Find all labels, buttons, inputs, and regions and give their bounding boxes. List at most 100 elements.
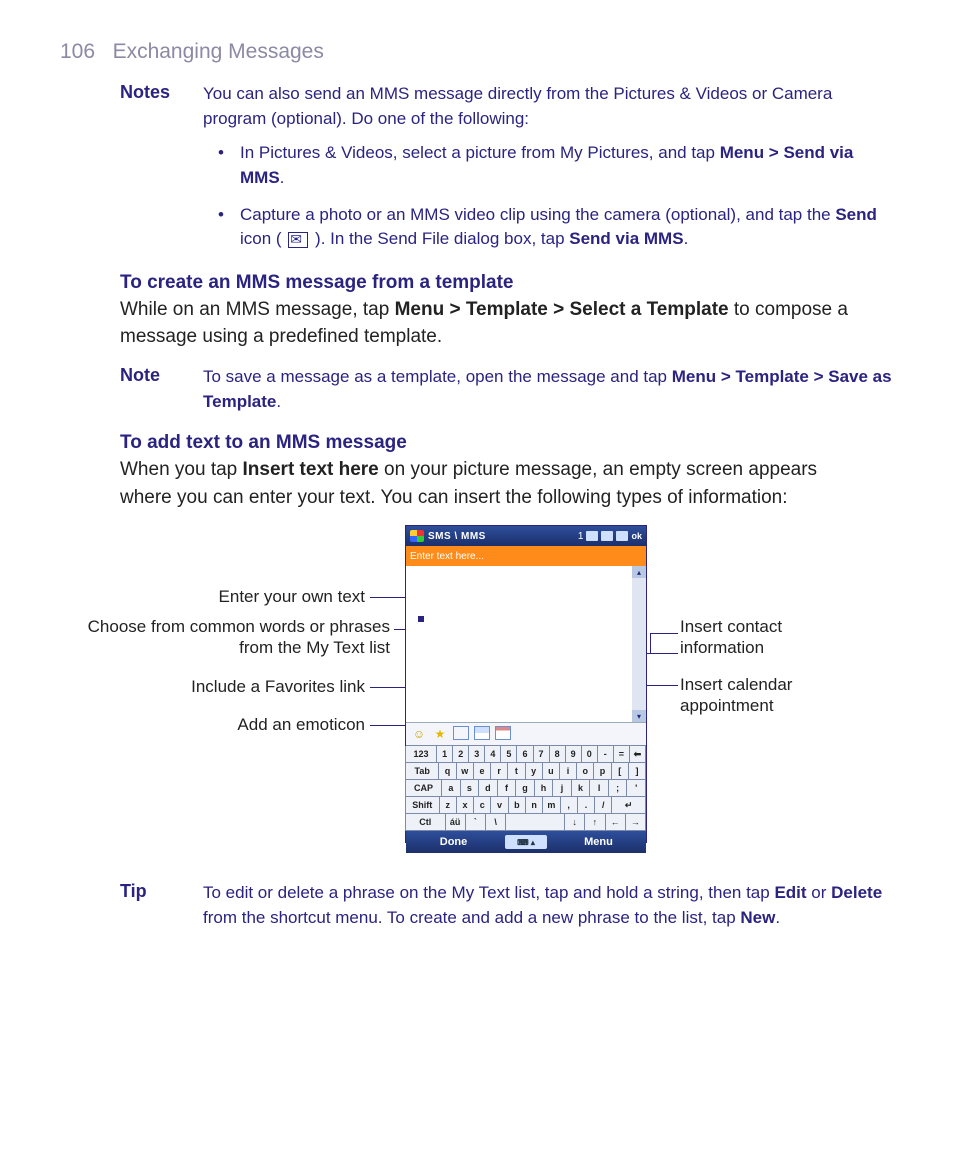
key[interactable]: n — [525, 797, 543, 814]
menu-button[interactable]: Menu — [551, 836, 646, 848]
callout-favorites: Include a Favorites link — [60, 677, 365, 697]
key[interactable]: Ctl — [405, 814, 446, 831]
key[interactable]: q — [438, 763, 456, 780]
msg-count: 1 — [578, 531, 584, 542]
key[interactable]: x — [456, 797, 474, 814]
key[interactable]: ⬅ — [629, 746, 646, 763]
callout-enter-text: Enter your own text — [60, 587, 365, 607]
key[interactable]: z — [439, 797, 457, 814]
key[interactable]: r — [490, 763, 508, 780]
key[interactable]: h — [534, 780, 554, 797]
scroll-up-icon[interactable]: ▴ — [632, 566, 646, 578]
key[interactable]: 9 — [565, 746, 582, 763]
key[interactable]: , — [560, 797, 578, 814]
key[interactable]: a — [441, 780, 461, 797]
key[interactable]: e — [473, 763, 491, 780]
key[interactable]: 3 — [468, 746, 485, 763]
key[interactable]: 4 — [484, 746, 501, 763]
key[interactable]: c — [473, 797, 491, 814]
page-number: 106 — [60, 40, 95, 63]
mytext-icon[interactable] — [453, 726, 469, 740]
notes-block-1: Notes You can also send an MMS message d… — [120, 82, 894, 131]
key[interactable]: w — [456, 763, 474, 780]
insert-iconbar: ☺ ★ — [406, 722, 646, 745]
scroll-down-icon[interactable]: ▾ — [632, 710, 646, 722]
signal-icon — [586, 531, 598, 541]
key[interactable]: p — [593, 763, 611, 780]
key[interactable]: ] — [628, 763, 646, 780]
key[interactable]: Tab — [405, 763, 439, 780]
key[interactable]: Shift — [405, 797, 440, 814]
key[interactable]: d — [478, 780, 498, 797]
key[interactable]: l — [589, 780, 609, 797]
contact-icon[interactable] — [474, 726, 490, 740]
tip-body: To edit or delete a phrase on the My Tex… — [203, 881, 894, 930]
enter-text-field[interactable]: Enter text here... — [406, 546, 646, 566]
key[interactable]: k — [571, 780, 591, 797]
antenna-icon — [601, 531, 613, 541]
key[interactable]: 5 — [500, 746, 517, 763]
key[interactable]: s — [460, 780, 480, 797]
key[interactable]: ' — [626, 780, 646, 797]
key[interactable]: b — [508, 797, 526, 814]
key[interactable]: 7 — [533, 746, 550, 763]
key[interactable]: g — [515, 780, 535, 797]
key[interactable]: ↑ — [584, 814, 605, 831]
tip-block: Tip To edit or delete a phrase on the My… — [120, 881, 894, 930]
notes-label: Notes — [120, 82, 175, 131]
bullet-list-1: • In Pictures & Videos, select a picture… — [218, 141, 894, 252]
chapter-title: Exchanging Messages — [113, 40, 324, 63]
notes-body: You can also send an MMS message directl… — [203, 82, 894, 131]
bullet-item: • Capture a photo or an MMS video clip u… — [218, 203, 894, 252]
key[interactable]: ← — [605, 814, 626, 831]
key[interactable]: j — [552, 780, 572, 797]
key[interactable]: ` — [465, 814, 486, 831]
key[interactable]: áü — [445, 814, 466, 831]
key[interactable] — [505, 814, 565, 831]
bullet-text: Capture a photo or an MMS video clip usi… — [240, 205, 835, 224]
key[interactable]: t — [507, 763, 525, 780]
key[interactable]: = — [613, 746, 630, 763]
section-heading-addtext: To add text to an MMS message — [120, 432, 894, 454]
done-button[interactable]: Done — [406, 836, 501, 848]
favorites-icon[interactable]: ★ — [432, 726, 448, 742]
note-label: Note — [120, 365, 175, 414]
annotated-figure: Enter your own text Choose from common w… — [60, 525, 900, 855]
key[interactable]: ↵ — [611, 797, 646, 814]
key[interactable]: 123 — [405, 746, 437, 763]
key[interactable]: → — [625, 814, 646, 831]
keyboard-toggle-icon[interactable]: ⌨ ▴ — [505, 835, 547, 849]
key[interactable]: - — [597, 746, 614, 763]
calendar-icon[interactable] — [495, 726, 511, 740]
key[interactable]: ; — [608, 780, 628, 797]
text-area[interactable]: ▴ ▾ — [406, 566, 646, 722]
start-icon[interactable] — [410, 530, 424, 542]
emoticon-icon[interactable]: ☺ — [411, 726, 427, 742]
key[interactable]: o — [576, 763, 594, 780]
bullet-text: In Pictures & Videos, select a picture f… — [240, 143, 720, 162]
bullet-text: ). In the Send File dialog box, tap — [315, 229, 569, 248]
key[interactable]: [ — [611, 763, 629, 780]
key[interactable]: f — [497, 780, 517, 797]
ok-button[interactable]: ok — [631, 531, 642, 541]
key[interactable]: \ — [485, 814, 506, 831]
app-title: SMS \ MMS — [428, 531, 574, 542]
key[interactable]: y — [525, 763, 543, 780]
key[interactable]: u — [542, 763, 560, 780]
key[interactable]: 8 — [549, 746, 566, 763]
key[interactable]: 1 — [436, 746, 453, 763]
key[interactable]: v — [490, 797, 508, 814]
onscreen-keyboard[interactable]: 1231234567890-=⬅ Tabqwertyuiop[] CAPasdf… — [406, 745, 646, 831]
key[interactable]: 2 — [452, 746, 469, 763]
tip-label: Tip — [120, 881, 175, 930]
key[interactable]: 0 — [581, 746, 598, 763]
bullet-bold: Send — [835, 205, 877, 224]
key[interactable]: / — [594, 797, 612, 814]
key[interactable]: CAP — [405, 780, 442, 797]
section-heading-template: To create an MMS message from a template — [120, 272, 894, 294]
key[interactable]: i — [559, 763, 577, 780]
key[interactable]: m — [542, 797, 560, 814]
key[interactable]: 6 — [516, 746, 533, 763]
key[interactable]: . — [577, 797, 595, 814]
key[interactable]: ↓ — [564, 814, 585, 831]
